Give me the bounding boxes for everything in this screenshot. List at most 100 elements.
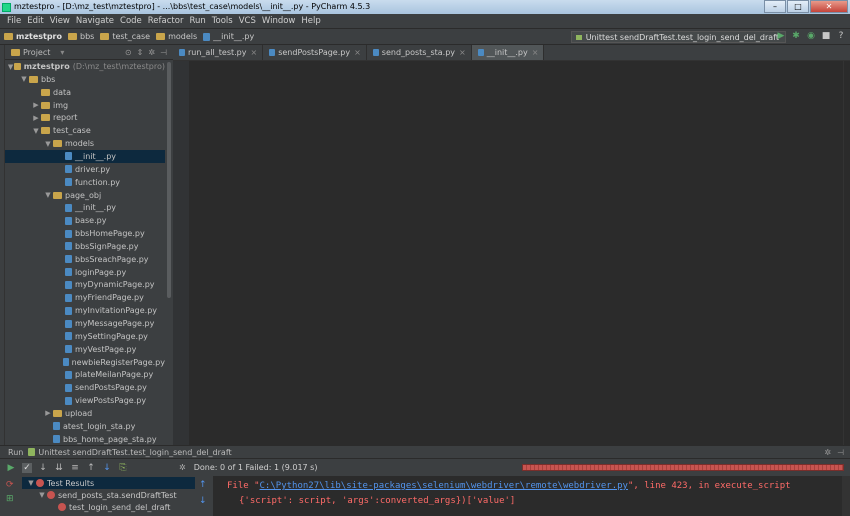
tab-run-all-test[interactable]: run_all_test.py × — [173, 45, 264, 60]
run-config-selector[interactable]: Unittest sendDraftTest.test_login_send_d… — [570, 31, 786, 43]
tree-item[interactable]: base.py — [5, 214, 165, 227]
breadcrumb-test-case[interactable]: test_case — [100, 32, 150, 41]
chevron-down-icon[interactable]: ▼ — [7, 63, 14, 71]
close-icon[interactable]: × — [251, 48, 258, 57]
next-failed-icon[interactable]: ↓ — [102, 463, 112, 473]
menu-help[interactable]: Help — [298, 16, 323, 26]
breadcrumb-bbs[interactable]: bbs — [68, 32, 94, 41]
chevron-down-icon[interactable]: ▼ — [37, 491, 47, 499]
tree-item[interactable]: viewPostsPage.py — [5, 394, 165, 407]
pin-icon[interactable]: ⊞ — [6, 494, 14, 504]
tree-item[interactable]: newbieRegisterPage.py — [5, 356, 165, 369]
sort-icon[interactable]: ↓ — [38, 463, 48, 473]
tree-item[interactable]: plateMeilanPage.py — [5, 368, 165, 381]
tree-item[interactable]: myVestPage.py — [5, 343, 165, 356]
tree-item[interactable]: ▼ models — [5, 137, 165, 150]
console-scrollbar[interactable] — [842, 476, 850, 516]
show-passed-icon[interactable]: ✓ — [22, 462, 32, 473]
tree-item[interactable]: ▼ test_case — [5, 124, 165, 137]
dropdown-arrow-icon[interactable]: ▾ — [60, 48, 64, 57]
menu-edit[interactable]: Edit — [24, 16, 46, 26]
down-arrow-icon[interactable]: ↓ — [199, 496, 207, 506]
tab-send-posts-sta[interactable]: send_posts_sta.py × — [367, 45, 472, 60]
tree-item[interactable]: mySettingPage.py — [5, 330, 165, 343]
maximize-button[interactable]: □ — [787, 0, 809, 13]
collapse-icon[interactable]: ⇕ — [137, 48, 144, 57]
menu-vcs[interactable]: VCS — [236, 16, 259, 26]
sync-icon[interactable]: ⊙ — [125, 48, 132, 57]
menu-file[interactable]: File — [4, 16, 24, 26]
traceback-file-link[interactable]: C:\Python27\lib\site-packages\selenium\w… — [260, 481, 628, 491]
gear-icon[interactable]: ✲ — [824, 448, 831, 457]
tree-item[interactable]: function.py — [5, 176, 165, 189]
up-arrow-icon[interactable]: ↑ — [199, 480, 207, 490]
chevron-down-icon[interactable]: ▼ — [19, 75, 29, 83]
menu-window[interactable]: Window — [259, 16, 299, 26]
tree-item[interactable]: ▼ bbs — [5, 73, 165, 86]
menu-view[interactable]: View — [47, 16, 73, 26]
tree-item[interactable]: loginPage.py — [5, 266, 165, 279]
chevron-down-icon[interactable]: ▼ — [31, 127, 41, 135]
gear-icon[interactable]: ✲ — [179, 463, 186, 472]
tree-item[interactable]: __init__.py — [5, 201, 165, 214]
tree-item[interactable]: data — [5, 86, 165, 99]
chevron-down-icon[interactable]: ▼ — [26, 479, 36, 487]
breadcrumb-models[interactable]: models — [156, 32, 197, 41]
tab-init[interactable]: __init__.py × — [471, 45, 545, 60]
tree-item[interactable]: bbsSignPage.py — [5, 240, 165, 253]
tree-item[interactable]: ▼ page_obj — [5, 189, 165, 202]
chevron-down-icon[interactable]: ▼ — [43, 191, 53, 199]
menu-navigate[interactable]: Navigate — [73, 16, 117, 26]
minimize-button[interactable]: – — [764, 0, 786, 13]
run-icon[interactable]: ▶ — [776, 31, 786, 42]
chevron-right-icon[interactable]: ▶ — [31, 101, 41, 109]
collapse-all-icon[interactable]: ⇊ — [54, 463, 64, 473]
breadcrumb-file[interactable]: __init__.py — [203, 32, 254, 41]
chevron-right-icon[interactable]: ▶ — [31, 114, 41, 122]
chevron-down-icon[interactable]: ▼ — [43, 140, 53, 148]
tree-item[interactable]: ▶ report — [5, 111, 165, 124]
stop-icon[interactable]: ■ — [821, 31, 831, 42]
breadcrumb-project[interactable]: mztestpro — [4, 32, 62, 41]
close-icon[interactable]: × — [459, 48, 466, 57]
tree-item[interactable]: atest_login_sta.py — [5, 420, 165, 433]
scrollbar-thumb[interactable] — [167, 62, 171, 298]
menu-code[interactable]: Code — [117, 16, 145, 26]
expand-all-icon[interactable]: ≡ — [70, 463, 80, 473]
gear-icon[interactable]: ✲ — [148, 48, 155, 57]
debug-icon[interactable]: ✱ — [791, 31, 801, 42]
test-result-item[interactable]: test_login_send_del_draft — [22, 501, 170, 513]
tree-item[interactable]: __init__.py — [5, 149, 165, 163]
hide-icon[interactable]: ⊣ — [160, 48, 167, 57]
menu-refactor[interactable]: Refactor — [145, 16, 187, 26]
help-icon[interactable]: ? — [836, 31, 846, 42]
tree-item[interactable]: ▶ upload — [5, 407, 165, 420]
test-result-item[interactable]: ▼ send_posts_sta.sendDraftTest — [22, 489, 176, 501]
tab-send-posts-page[interactable]: sendPostsPage.py × — [263, 45, 367, 60]
tree-item[interactable]: ▼ mztestpro (D:\mz_test\mztestpro) — [5, 60, 165, 73]
tree-item[interactable]: ▶ img — [5, 99, 165, 112]
code-editor[interactable] — [173, 61, 850, 445]
menu-run[interactable]: Run — [186, 16, 208, 26]
tree-item[interactable]: myDynamicPage.py — [5, 278, 165, 291]
tree-item[interactable]: myMessagePage.py — [5, 317, 165, 330]
tree-item[interactable]: sendPostsPage.py — [5, 381, 165, 394]
close-icon[interactable]: × — [354, 48, 361, 57]
tree-item[interactable]: bbsHomePage.py — [5, 227, 165, 240]
close-button[interactable]: ✕ — [810, 0, 848, 13]
tree-item[interactable]: myFriendPage.py — [5, 291, 165, 304]
chevron-right-icon[interactable]: ▶ — [43, 409, 53, 417]
hide-icon[interactable]: ⊣ — [837, 448, 844, 457]
rerun-icon[interactable]: ▶ — [6, 463, 16, 473]
tree-item[interactable]: driver.py — [5, 163, 165, 176]
prev-failed-icon[interactable]: ↑ — [86, 463, 96, 473]
console-output[interactable]: File "C:\Python27\lib\site-packages\sele… — [213, 476, 850, 516]
test-result-item[interactable]: ▼ Test Results — [22, 477, 195, 489]
tree-item[interactable]: bbsSreachPage.py — [5, 253, 165, 266]
menu-tools[interactable]: Tools — [209, 16, 236, 26]
project-panel-title[interactable]: Project — [23, 48, 50, 57]
coverage-icon[interactable]: ◉ — [806, 31, 816, 42]
tree-item[interactable]: bbs_home_page_sta.py — [5, 433, 165, 445]
stop-icon[interactable]: ⟳ — [6, 480, 14, 490]
tree-item[interactable]: myInvitationPage.py — [5, 304, 165, 317]
